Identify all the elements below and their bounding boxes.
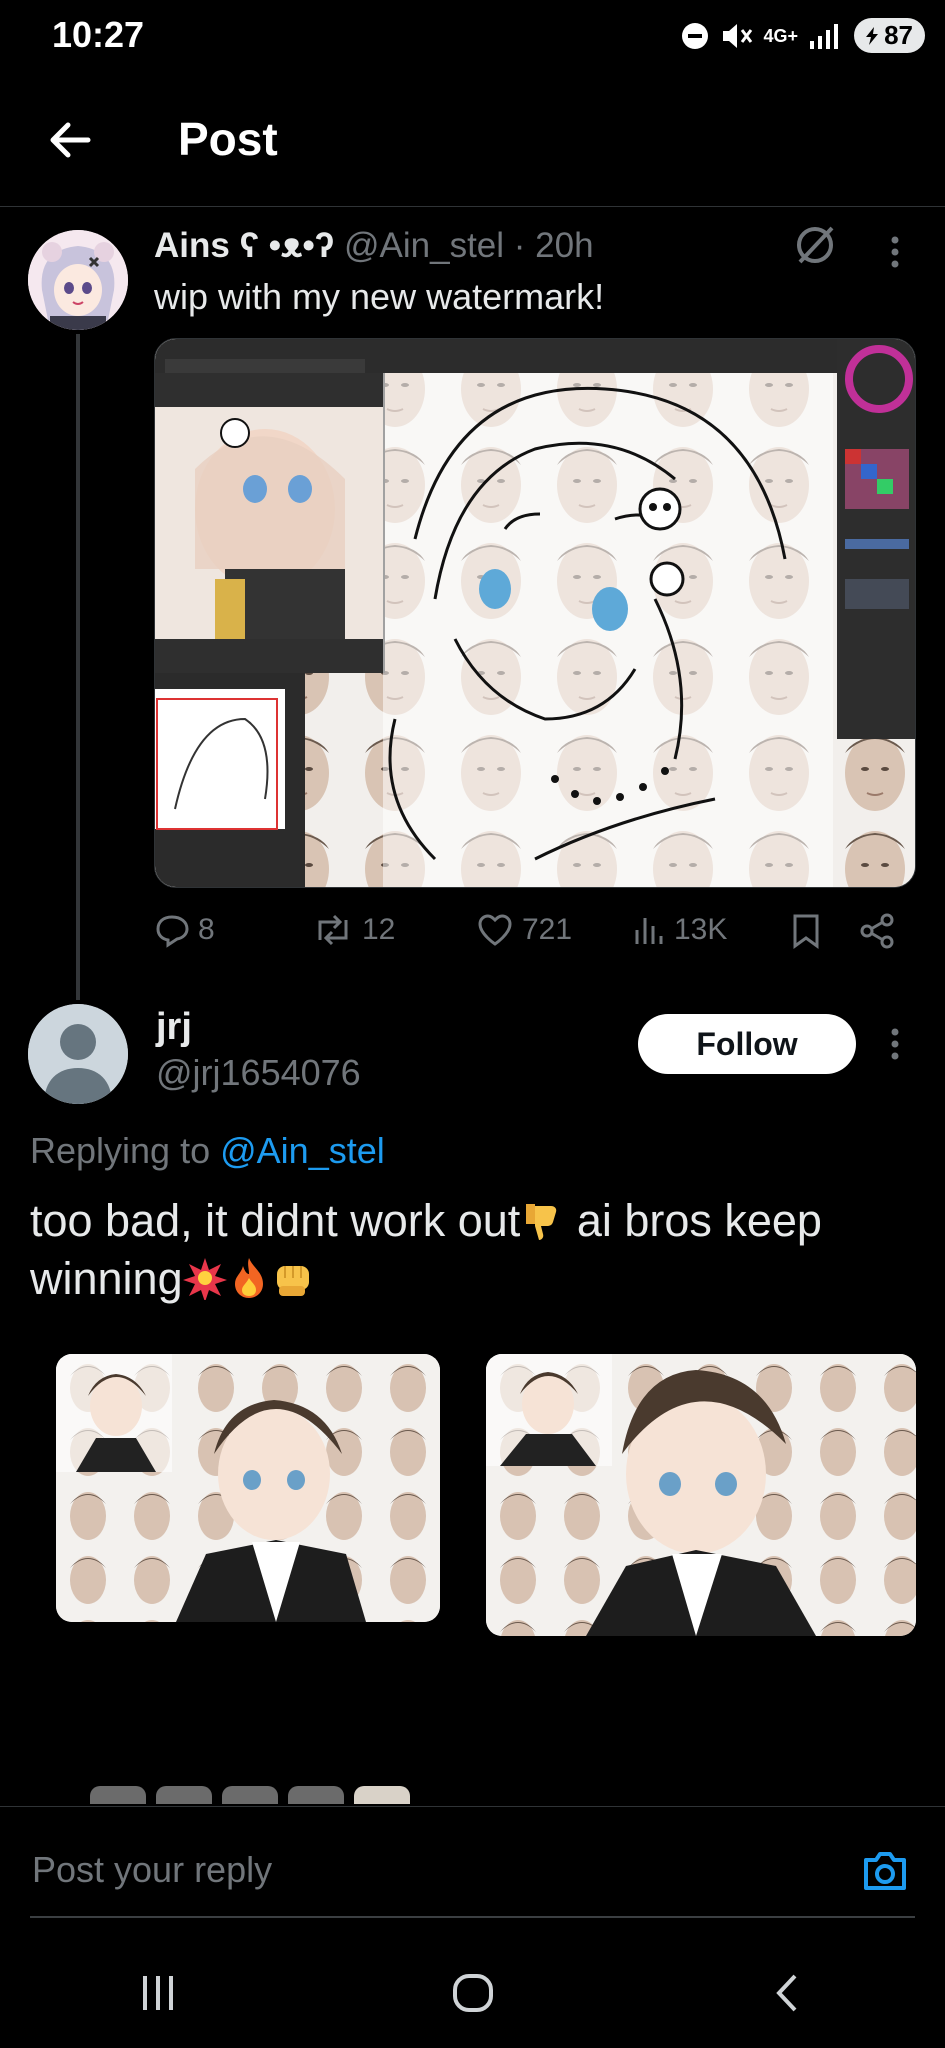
home-icon[interactable] (450, 1970, 496, 2016)
do-not-disturb-icon (681, 22, 708, 49)
reply-text-part1: too bad, it didnt work out (30, 1195, 521, 1246)
battery-level: 87 (884, 20, 913, 50)
tweet-header: Ains ʕ •ᴥ•ʔ @Ain_stel · 20h (154, 226, 594, 266)
repost-action[interactable]: 12 (312, 912, 395, 948)
mute-icon (722, 23, 752, 48)
author-name[interactable]: Ains ʕ •ᴥ•ʔ (154, 226, 334, 265)
ai-art-image (56, 1354, 440, 1622)
tweet-text: wip with my new watermark! (154, 276, 605, 317)
back-arrow-icon (50, 122, 91, 158)
reply-author-name[interactable]: jrj (156, 1006, 192, 1049)
reply-icon (156, 915, 189, 948)
signal-icon (810, 23, 839, 49)
views-action[interactable]: 13K (632, 912, 727, 948)
fire-emoji-icon (234, 1258, 263, 1298)
thumbnail[interactable] (222, 1786, 278, 1804)
bookmark-icon (793, 914, 819, 949)
reply-input[interactable] (30, 1848, 594, 1892)
thumbnail[interactable] (354, 1786, 410, 1804)
reply-image[interactable] (56, 1354, 440, 1622)
camera-button[interactable] (860, 1846, 910, 1896)
reply-image[interactable] (486, 1354, 916, 1636)
composer-divider (0, 1806, 945, 1807)
reply-text: too bad, it didnt work out ai bros keep … (30, 1192, 910, 1308)
replying-to-label: Replying to (30, 1130, 211, 1171)
replying-to-line: Replying to @Ain_stel (30, 1130, 385, 1172)
reply-author-handle[interactable]: @jrj1654076 (156, 1052, 361, 1094)
default-avatar-icon (28, 1004, 128, 1104)
share-button[interactable] (858, 912, 896, 950)
repost-icon (318, 914, 348, 946)
thumbnail-strip (90, 1786, 410, 1804)
reply-underline (30, 1916, 915, 1918)
battery-saver-icon (866, 26, 879, 45)
page-title: Post (178, 113, 278, 165)
network-type-label: 4G+ (763, 25, 799, 46)
avatar[interactable] (28, 1004, 128, 1104)
like-count: 721 (522, 913, 573, 946)
header-divider (0, 206, 945, 207)
avatar[interactable] (28, 230, 128, 330)
reply-action[interactable]: 8 (154, 912, 215, 948)
camera-icon (864, 1852, 906, 1890)
share-icon (860, 913, 894, 949)
back-button[interactable] (40, 110, 100, 170)
back-nav-icon[interactable] (765, 1970, 811, 2016)
reply-count: 8 (198, 913, 215, 946)
thumbnail[interactable] (90, 1786, 146, 1804)
fist-emoji-icon (276, 1266, 309, 1296)
tweet-time: · 20h (513, 226, 594, 265)
battery-indicator: 87 (854, 18, 925, 53)
system-nav-bar (0, 1958, 945, 2028)
tweet-image[interactable] (154, 338, 916, 888)
avatar-illustration (28, 230, 128, 330)
repost-count: 12 (362, 913, 396, 946)
more-options-icon[interactable] (880, 1024, 910, 1064)
views-icon (635, 918, 663, 944)
like-action[interactable]: 721 (476, 912, 572, 948)
recent-apps-icon[interactable] (135, 1970, 181, 2016)
mention-link[interactable]: @Ain_stel (220, 1130, 385, 1171)
follow-button[interactable]: Follow (638, 1014, 856, 1074)
drawing-app-screenshot (155, 339, 915, 887)
more-options-icon[interactable] (880, 232, 910, 272)
views-count: 13K (674, 913, 728, 946)
thumbnail[interactable] (288, 1786, 344, 1804)
grok-icon[interactable] (790, 220, 840, 270)
thumbnail[interactable] (156, 1786, 212, 1804)
bookmark-button[interactable] (790, 912, 822, 950)
status-time: 10:27 (52, 14, 145, 55)
thumbs-down-emoji-icon (526, 1204, 557, 1240)
status-icons: 4G+ 87 (680, 18, 925, 53)
collision-emoji-icon (182, 1258, 227, 1300)
author-handle[interactable]: @Ain_stel (344, 226, 504, 265)
heart-icon (478, 914, 512, 946)
ai-art-image (486, 1354, 916, 1636)
thread-line (76, 334, 80, 1000)
